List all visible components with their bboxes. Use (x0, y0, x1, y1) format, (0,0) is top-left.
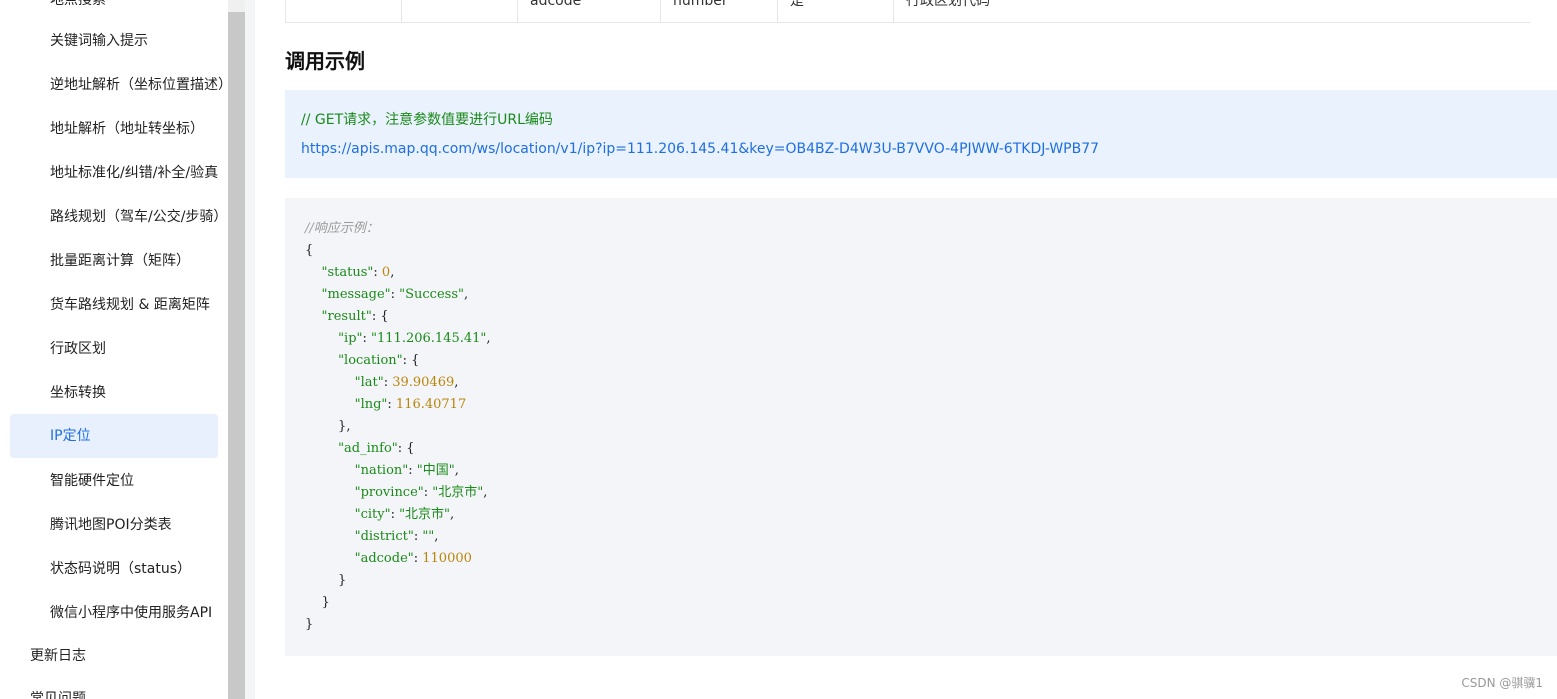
table-cell: 行政区划代码 (906, 0, 990, 9)
sidebar-item-address-standardize[interactable]: 地址标准化/纠错/补全/验真 (10, 151, 218, 195)
table-cell (402, 0, 518, 23)
sidebar-item-coord-convert[interactable]: 坐标转换 (10, 371, 218, 415)
response-district-value: "" (422, 529, 435, 544)
response-city-value: "北京市" (399, 507, 451, 522)
sidebar-item-keyword-suggest[interactable]: 关键词输入提示 (10, 19, 218, 63)
response-code-block: //响应示例： { "status": 0, "message": "Succe… (305, 221, 491, 632)
page-root: 地点搜索 关键词输入提示 逆地址解析（坐标位置描述） 地址解析（地址转坐标） 地… (0, 0, 1557, 699)
response-adcode-value: 110000 (422, 551, 472, 566)
call-example-box: // GET请求，注意参数值要进行URL编码 https://apis.map.… (285, 90, 1557, 178)
response-lat-value: 39.90469 (392, 375, 455, 390)
response-status-value: 0 (381, 265, 391, 280)
call-example-url[interactable]: https://apis.map.qq.com/ws/location/v1/i… (301, 138, 1541, 160)
response-nation-value: "中国" (416, 463, 455, 478)
section-title: 调用示例 (285, 49, 365, 73)
sidebar-item-smart-hardware[interactable]: 智能硬件定位 (10, 459, 218, 503)
call-example-comment: // GET请求，注意参数值要进行URL编码 (301, 112, 553, 128)
table-cell: 是 (778, 0, 894, 23)
sidebar-item-reverse-geocode[interactable]: 逆地址解析（坐标位置描述） (10, 63, 228, 107)
params-table-row: adcode number 是 行政区划代码 (285, 0, 1530, 23)
sidebar-item-faq[interactable]: 常见问题 (10, 677, 218, 699)
sidebar-item-distance-matrix[interactable]: 批量距离计算（矩阵） (10, 239, 218, 283)
sidebar-divider (245, 0, 255, 699)
table-cell: adcode (518, 0, 661, 23)
response-example-box: //响应示例： { "status": 0, "message": "Succe… (285, 198, 1557, 656)
sidebar-item-wechat-miniprogram[interactable]: 微信小程序中使用服务API (10, 591, 218, 635)
sidebar-item-district[interactable]: 行政区划 (10, 327, 218, 371)
sidebar-item-geocode[interactable]: 地址解析（地址转坐标） (10, 107, 218, 151)
response-message-value: "Success" (399, 287, 464, 302)
response-province-value: "北京市" (432, 485, 484, 500)
response-ip-value: "111.206.145.41" (371, 331, 487, 346)
sidebar-nav: 地点搜索 关键词输入提示 逆地址解析（坐标位置描述） 地址解析（地址转坐标） 地… (0, 0, 228, 699)
sidebar-item-status-codes[interactable]: 状态码说明（status） (10, 547, 218, 591)
sidebar-item-ip-location[interactable]: IP定位 (10, 414, 218, 458)
main-content: adcode number 是 行政区划代码 调用示例 // GET请求，注意参… (285, 0, 1557, 699)
sidebar-item-changelog[interactable]: 更新日志 (10, 634, 218, 678)
sidebar-item-truck-route[interactable]: 货车路线规划 & 距离矩阵 (10, 283, 218, 327)
sidebar-item-route-planning[interactable]: 路线规划（驾车/公交/步骑） (10, 195, 227, 239)
response-comment: //响应示例： (305, 221, 379, 236)
response-lng-value: 116.40717 (395, 397, 467, 412)
table-cell (286, 0, 402, 23)
sidebar-item-poi-category[interactable]: 腾讯地图POI分类表 (10, 503, 218, 547)
watermark: CSDN @骐骥1 (1461, 676, 1543, 690)
sidebar-scrollbar-thumb[interactable] (228, 12, 245, 699)
table-cell: number (661, 0, 778, 23)
